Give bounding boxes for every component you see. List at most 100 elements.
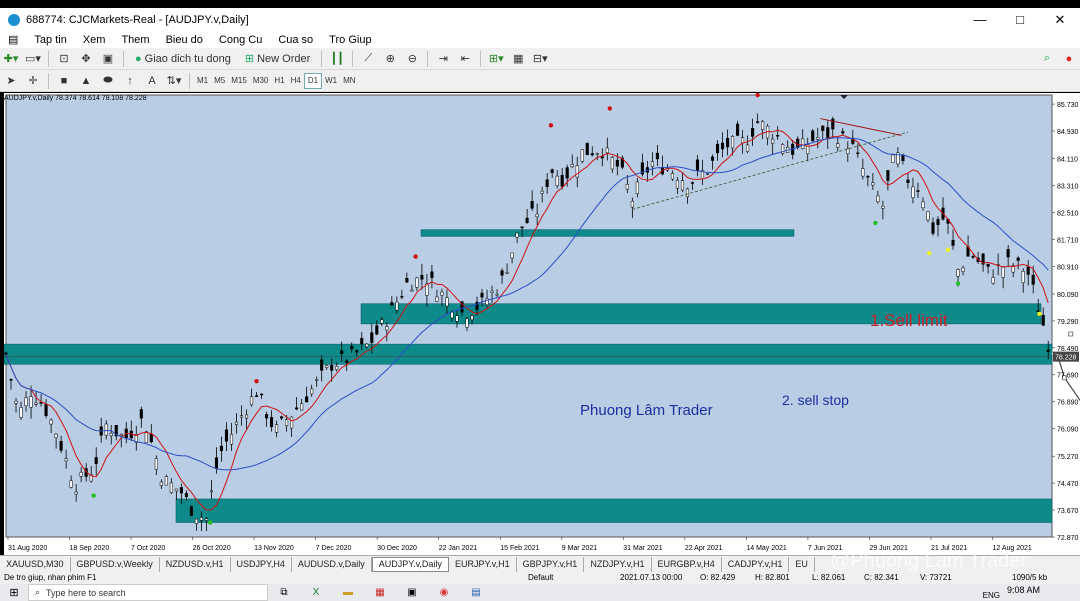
mt4-icon[interactable]: ▤ bbox=[463, 585, 489, 600]
periods-icon[interactable]: ⊟▾ bbox=[531, 50, 549, 68]
crosshair-icon[interactable]: ✛ bbox=[24, 72, 42, 90]
windows-start-icon[interactable]: ⊞ bbox=[0, 584, 28, 601]
tab-audusd-daily[interactable]: AUDUSD.v,Daily bbox=[292, 556, 372, 572]
candle-body bbox=[179, 487, 183, 494]
taskbar-search[interactable]: ⌕ Type here to search bbox=[28, 584, 268, 601]
cursor-icon[interactable]: ➤ bbox=[2, 72, 20, 90]
y-tick-label: 84.930 bbox=[1057, 129, 1079, 136]
maximize-button[interactable]: □ bbox=[1000, 8, 1040, 31]
candle-body bbox=[971, 256, 975, 258]
candle-body bbox=[285, 419, 289, 426]
menu-insert[interactable]: Them bbox=[113, 34, 157, 46]
ellipse-icon[interactable]: ⬬ bbox=[99, 72, 117, 90]
candle-body bbox=[926, 211, 930, 221]
tab-cadjpy-h1[interactable]: CADJPY.v,H1 bbox=[722, 556, 790, 572]
candle-body bbox=[515, 232, 519, 238]
text-icon[interactable]: A bbox=[143, 72, 161, 90]
timeframe-m30[interactable]: M30 bbox=[250, 73, 272, 89]
tab-eurgbp-h4[interactable]: EURGBP.v,H4 bbox=[652, 556, 722, 572]
store-icon[interactable]: ▣ bbox=[399, 585, 425, 600]
timeframe-mn[interactable]: MN bbox=[340, 73, 358, 89]
candle-body bbox=[49, 419, 53, 425]
fractal-down-marker bbox=[955, 281, 961, 286]
candle-body bbox=[144, 431, 148, 443]
candle-body bbox=[575, 165, 579, 178]
chart-shift-icon[interactable]: ⇤ bbox=[456, 50, 474, 68]
status-close: C: 82.341 bbox=[864, 573, 899, 582]
timeframe-d1[interactable]: D1 bbox=[303, 72, 323, 89]
market-watch-icon[interactable]: ⊡ bbox=[55, 50, 73, 68]
tab-gbpjpy-h1[interactable]: GBPJPY.v,H1 bbox=[517, 556, 585, 572]
timeframe-m15[interactable]: M15 bbox=[228, 73, 250, 89]
minimize-button[interactable]: — bbox=[960, 8, 1000, 31]
arrows-icon[interactable]: ⇅▾ bbox=[165, 72, 183, 90]
y-tick-label: 80.090 bbox=[1057, 292, 1079, 299]
author-label: Phuong Lâm Trader bbox=[580, 402, 713, 419]
new-chart-icon[interactable]: ✚▾ bbox=[2, 50, 20, 68]
candle-body bbox=[385, 326, 389, 331]
navigator-icon[interactable]: ✥ bbox=[77, 50, 95, 68]
file-explorer-icon[interactable]: ▬ bbox=[335, 585, 361, 600]
task-view-icon[interactable]: ⧉ bbox=[271, 585, 297, 600]
candle-body bbox=[164, 476, 168, 486]
menu-tools[interactable]: Cong Cu bbox=[211, 34, 270, 46]
tab-audjpy-daily[interactable]: AUDJPY.v,Daily bbox=[371, 556, 449, 572]
fractal-up-marker bbox=[755, 93, 760, 98]
x-tick-label: 22 Jan 2021 bbox=[439, 545, 478, 552]
candle-body bbox=[821, 125, 825, 131]
indicators-icon[interactable]: ⊞▾ bbox=[487, 50, 505, 68]
taskbar-clock[interactable]: 9:08 AM bbox=[1007, 585, 1040, 595]
menu-help[interactable]: Tro Giup bbox=[321, 34, 379, 46]
tab-xauusd-m30[interactable]: XAUUSD,M30 bbox=[0, 556, 71, 572]
menu-view[interactable]: Xem bbox=[75, 34, 114, 46]
zoom-in-icon[interactable]: ⊕ bbox=[381, 50, 399, 68]
alert-icon[interactable]: ● bbox=[1060, 50, 1078, 68]
excel-icon[interactable]: X bbox=[303, 585, 329, 600]
candle-body bbox=[590, 153, 594, 156]
line-chart-icon[interactable]: ⟋ bbox=[359, 50, 377, 68]
arrow-up-icon[interactable]: ↑ bbox=[121, 72, 139, 90]
timeframe-w1[interactable]: W1 bbox=[322, 73, 340, 89]
templates-icon[interactable]: ▦ bbox=[509, 50, 527, 68]
timeframe-m5[interactable]: M5 bbox=[211, 73, 228, 89]
menu-app-icon[interactable]: ▤ bbox=[0, 33, 26, 46]
candle-body bbox=[1031, 274, 1035, 285]
candle-body bbox=[415, 277, 419, 288]
y-tick-label: 77.690 bbox=[1057, 373, 1079, 380]
fractal-down-marker bbox=[207, 520, 213, 525]
triangle-icon[interactable]: ▲ bbox=[77, 72, 95, 90]
menu-window[interactable]: Cua so bbox=[270, 34, 321, 46]
language-indicator[interactable]: ENG bbox=[983, 591, 1000, 600]
candle-body bbox=[375, 325, 379, 335]
candle-body bbox=[490, 290, 494, 293]
tab-usdjpy-h4[interactable]: USDJPY,H4 bbox=[231, 556, 292, 572]
auto-scroll-icon[interactable]: ⇥ bbox=[434, 50, 452, 68]
search-icon[interactable]: ⌕ bbox=[1038, 50, 1056, 68]
bar-chart-icon[interactable]: ┃┃ bbox=[328, 50, 346, 68]
candle-body bbox=[315, 378, 319, 381]
timeframe-m1[interactable]: M1 bbox=[194, 73, 211, 89]
menu-charts[interactable]: Bieu do bbox=[158, 34, 211, 46]
candle-body bbox=[259, 393, 264, 396]
tab-eurjpy-h1[interactable]: EURJPY.v,H1 bbox=[449, 556, 517, 572]
rectangle-icon[interactable]: ■ bbox=[55, 72, 73, 90]
terminal-icon[interactable]: ▣ bbox=[99, 50, 117, 68]
y-tick-label: 81.710 bbox=[1057, 237, 1079, 244]
menu-file[interactable]: Tap tin bbox=[26, 34, 74, 46]
candle-body bbox=[1016, 257, 1020, 261]
candle-body bbox=[756, 121, 760, 123]
profiles-icon[interactable]: ▭▾ bbox=[24, 50, 42, 68]
close-button[interactable]: ✕ bbox=[1040, 8, 1080, 31]
tab-nzdjpy-h1[interactable]: NZDJPY.v,H1 bbox=[584, 556, 652, 572]
app-icon-red[interactable]: ▦ bbox=[367, 585, 393, 600]
tab-eu[interactable]: EU bbox=[789, 556, 815, 572]
tab-nzdusd-h1[interactable]: NZDUSD.v,H1 bbox=[160, 556, 231, 572]
timeframe-h1[interactable]: H1 bbox=[271, 73, 287, 89]
timeframe-h4[interactable]: H4 bbox=[288, 73, 304, 89]
zoom-out-icon[interactable]: ⊖ bbox=[403, 50, 421, 68]
tab-gbpusd-weekly[interactable]: GBPUSD.v,Weekly bbox=[71, 556, 160, 572]
new-order-button[interactable]: ⊞ New Order bbox=[240, 50, 315, 68]
chrome-icon[interactable]: ◉ bbox=[431, 585, 457, 600]
candle-body bbox=[936, 219, 940, 225]
autotrading-button[interactable]: ● Giao dich tu dong bbox=[130, 50, 236, 68]
